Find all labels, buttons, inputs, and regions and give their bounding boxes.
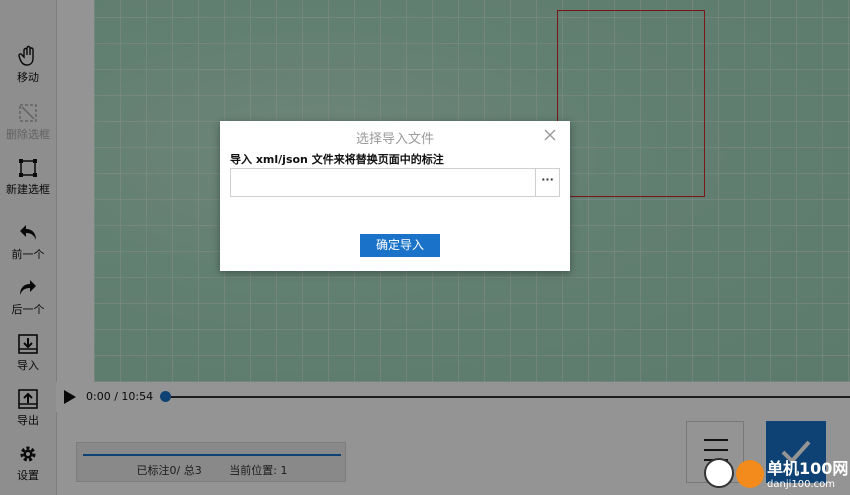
- file-path-input[interactable]: [230, 168, 535, 197]
- close-icon[interactable]: [542, 127, 558, 143]
- dialog-title: 选择导入文件: [355, 132, 434, 147]
- watermark-title: 单机100网: [767, 459, 849, 478]
- confirm-import-button[interactable]: 确定导入: [360, 234, 440, 257]
- dialog-instruction: 导入 xml/json 文件来将替换页面中的标注: [230, 153, 444, 166]
- import-dialog: 选择导入文件 导入 xml/json 文件来将替换页面中的标注 ··· 确定导入: [220, 121, 570, 271]
- watermark: 单机100网 danji100.com: [704, 452, 850, 495]
- browse-button[interactable]: ···: [535, 168, 560, 197]
- watermark-orange-logo: [736, 460, 764, 488]
- watermark-url: danji100.com: [767, 479, 835, 490]
- watermark-plus-logo: [704, 458, 734, 488]
